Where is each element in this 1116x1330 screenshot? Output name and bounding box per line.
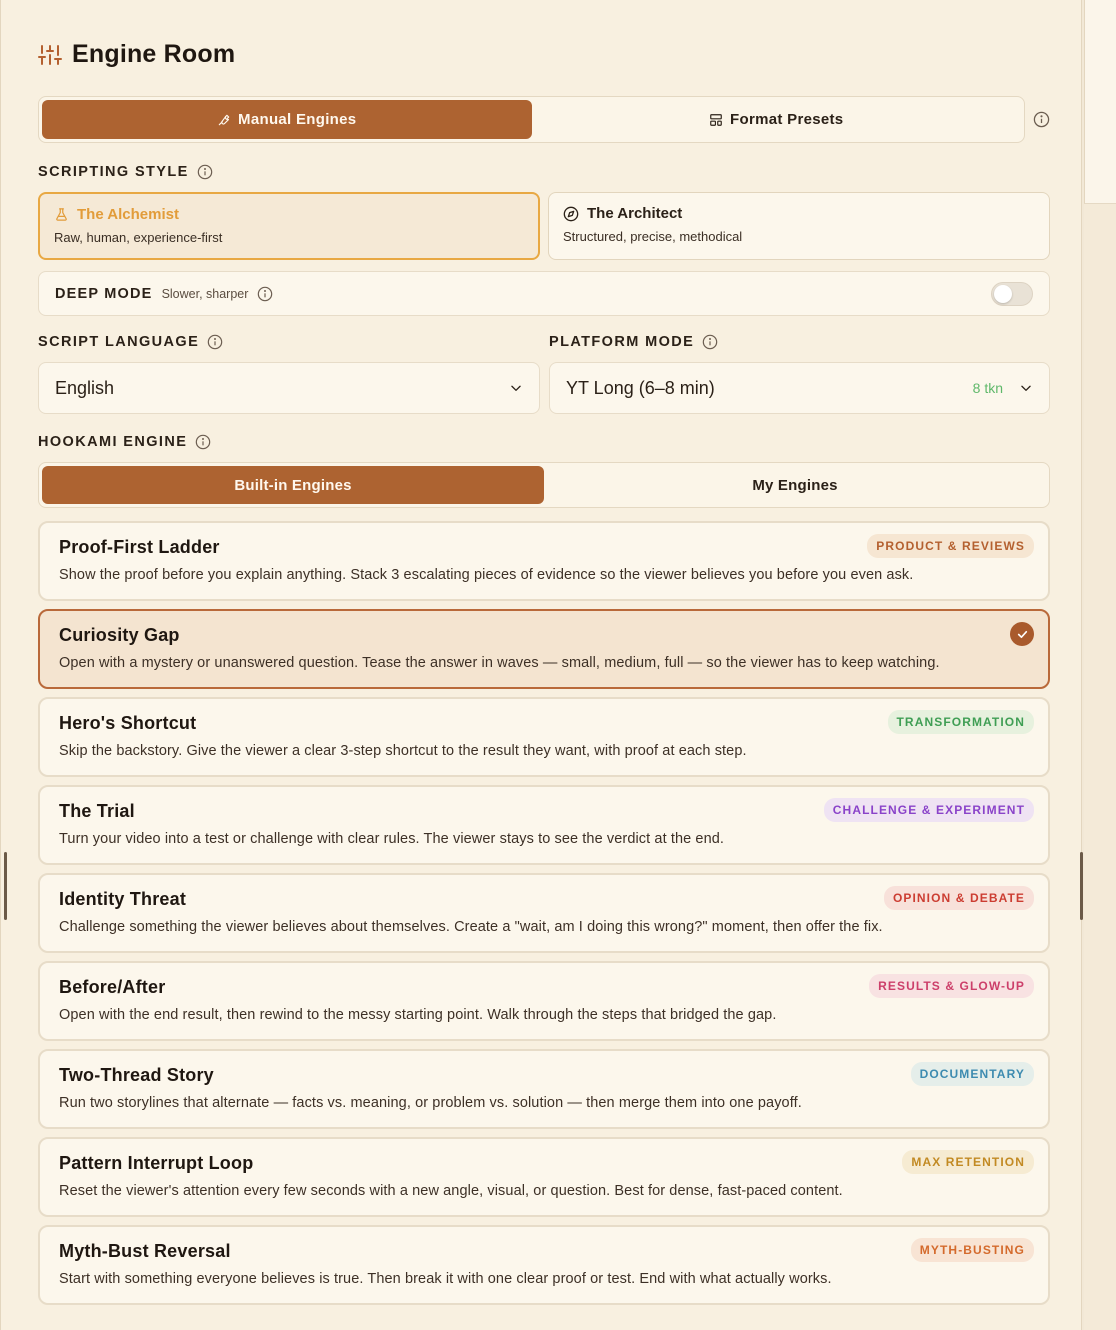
tab-format-presets[interactable]: Format Presets — [532, 100, 1022, 139]
engine-card[interactable]: Before/After Open with the end result, th… — [38, 961, 1050, 1041]
tab-label: Format Presets — [730, 111, 844, 128]
info-icon[interactable] — [197, 164, 213, 180]
deep-mode-label: DEEP MODE — [55, 285, 153, 302]
tab-label: Built-in Engines — [234, 476, 352, 494]
check-icon — [1010, 622, 1034, 646]
resize-handle-left[interactable] — [4, 852, 7, 920]
script-language-label: SCRIPT LANGUAGE — [38, 334, 223, 350]
deep-mode-row: DEEP MODE Slower, sharper — [38, 271, 1050, 316]
toggle-knob — [994, 285, 1012, 303]
section-label-text: PLATFORM MODE — [549, 334, 695, 350]
engine-name: Myth-Bust Reversal — [59, 1241, 231, 1261]
info-icon[interactable] — [257, 286, 273, 302]
sliders-icon — [38, 44, 62, 65]
info-icon[interactable] — [207, 334, 223, 350]
scripting-style-label: SCRIPTING STYLE — [38, 164, 213, 180]
chevron-down-icon — [1021, 385, 1031, 391]
engine-category-badge: CHALLENGE & EXPERIMENT — [823, 798, 1034, 822]
engine-name: Pattern Interrupt Loop — [59, 1153, 254, 1173]
engine-description: Challenge something the viewer believes … — [59, 919, 883, 935]
engine-name: Hero's Shortcut — [59, 713, 197, 733]
resize-handle-right[interactable] — [1080, 852, 1083, 920]
engine-category-badge: PRODUCT & REVIEWS — [867, 534, 1034, 558]
engine-category-badge: DOCUMENTARY — [910, 1062, 1034, 1086]
engine-card[interactable]: Pattern Interrupt Loop Reset the viewer's… — [38, 1137, 1050, 1217]
engine-card[interactable]: Curiosity Gap Open with a mystery or unan… — [38, 609, 1050, 689]
tab-label: My Engines — [752, 476, 838, 494]
select-value: English — [55, 377, 115, 398]
style-option-alchemist[interactable]: The Alchemist Raw, human, experience-fir… — [38, 192, 540, 260]
platform-mode-label: PLATFORM MODE — [549, 334, 718, 350]
style-option-name: The Alchemist — [77, 206, 179, 223]
token-cost-badge: 8 tkn — [972, 380, 1003, 396]
side-panel-strip — [1084, 0, 1116, 1330]
script-language-select[interactable]: English — [38, 362, 540, 414]
flask-icon — [56, 208, 67, 221]
page-title: Engine Room — [72, 40, 236, 68]
engine-card[interactable]: Two-Thread Story Run two storylines that … — [38, 1049, 1050, 1129]
engine-tabs: Built-in Engines My Engines — [38, 462, 1050, 508]
engine-name: Two-Thread Story — [59, 1065, 214, 1085]
deep-mode-toggle[interactable] — [991, 282, 1033, 306]
style-option-architect[interactable]: The Architect Structured, precise, metho… — [548, 192, 1050, 260]
info-icon[interactable] — [702, 334, 718, 350]
section-label-text: SCRIPT LANGUAGE — [38, 334, 200, 350]
engine-description: Show the proof before you explain anythi… — [59, 567, 914, 583]
engine-card[interactable]: Hero's Shortcut Skip the backstory. Give … — [38, 697, 1050, 777]
engine-description: Open with a mystery or unanswered questi… — [59, 655, 940, 671]
tab-manual-engines[interactable]: Manual Engines — [42, 100, 532, 139]
section-label-text: SCRIPTING STYLE — [38, 164, 189, 180]
engine-category-badge: MYTH-BUSTING — [910, 1238, 1034, 1262]
engine-card[interactable]: Myth-Bust Reversal Start with something e… — [38, 1225, 1050, 1305]
select-value: YT Long (6–8 min) — [566, 377, 715, 398]
style-option-desc: Structured, precise, methodical — [563, 229, 743, 244]
info-icon[interactable] — [1033, 111, 1050, 128]
engine-category-badge: MAX RETENTION — [902, 1150, 1034, 1174]
engine-name: Curiosity Gap — [59, 625, 180, 645]
section-label-text: HOOKAMI ENGINE — [38, 434, 188, 450]
engine-category-badge: RESULTS & GLOW-UP — [869, 974, 1034, 998]
compass-icon — [563, 206, 579, 221]
style-option-name: The Architect — [587, 205, 683, 222]
engine-description: Run two storylines that alternate — fact… — [59, 1095, 802, 1111]
tab-built-in-engines[interactable]: Built-in Engines — [42, 466, 544, 504]
info-icon[interactable] — [195, 434, 211, 450]
style-option-desc: Raw, human, experience-first — [54, 230, 223, 245]
platform-mode-select[interactable]: YT Long (6–8 min) 8 tkn — [549, 362, 1050, 414]
chevron-down-icon — [511, 385, 521, 391]
wrench-icon — [218, 114, 230, 125]
page-header: Engine Room — [38, 40, 235, 69]
engine-description: Skip the backstory. Give the viewer a cl… — [59, 743, 747, 759]
engine-description: Reset the viewer's attention every few s… — [59, 1183, 843, 1199]
template-icon — [710, 113, 722, 126]
tab-label: Manual Engines — [238, 111, 357, 128]
deep-mode-sub: Slower, sharper — [161, 286, 249, 301]
engine-card[interactable]: Proof-First Ladder Show the proof before … — [38, 521, 1050, 601]
engine-description: Turn your video into a test or challenge… — [59, 831, 725, 847]
hookami-engine-label: HOOKAMI ENGINE — [38, 434, 211, 450]
engine-description: Open with the end result, then rewind to… — [59, 1007, 777, 1023]
engine-description: Start with something everyone believes i… — [59, 1271, 832, 1287]
mode-tabs: Manual Engines Format Presets — [38, 96, 1025, 143]
engine-card[interactable]: The Trial Turn your video into a test or … — [38, 785, 1050, 865]
tab-my-engines[interactable]: My Engines — [544, 466, 1046, 504]
engine-category-badge: OPINION & DEBATE — [883, 886, 1034, 910]
engine-card[interactable]: Identity Threat Challenge something the v… — [38, 873, 1050, 953]
engine-category-badge: TRANSFORMATION — [887, 710, 1034, 734]
